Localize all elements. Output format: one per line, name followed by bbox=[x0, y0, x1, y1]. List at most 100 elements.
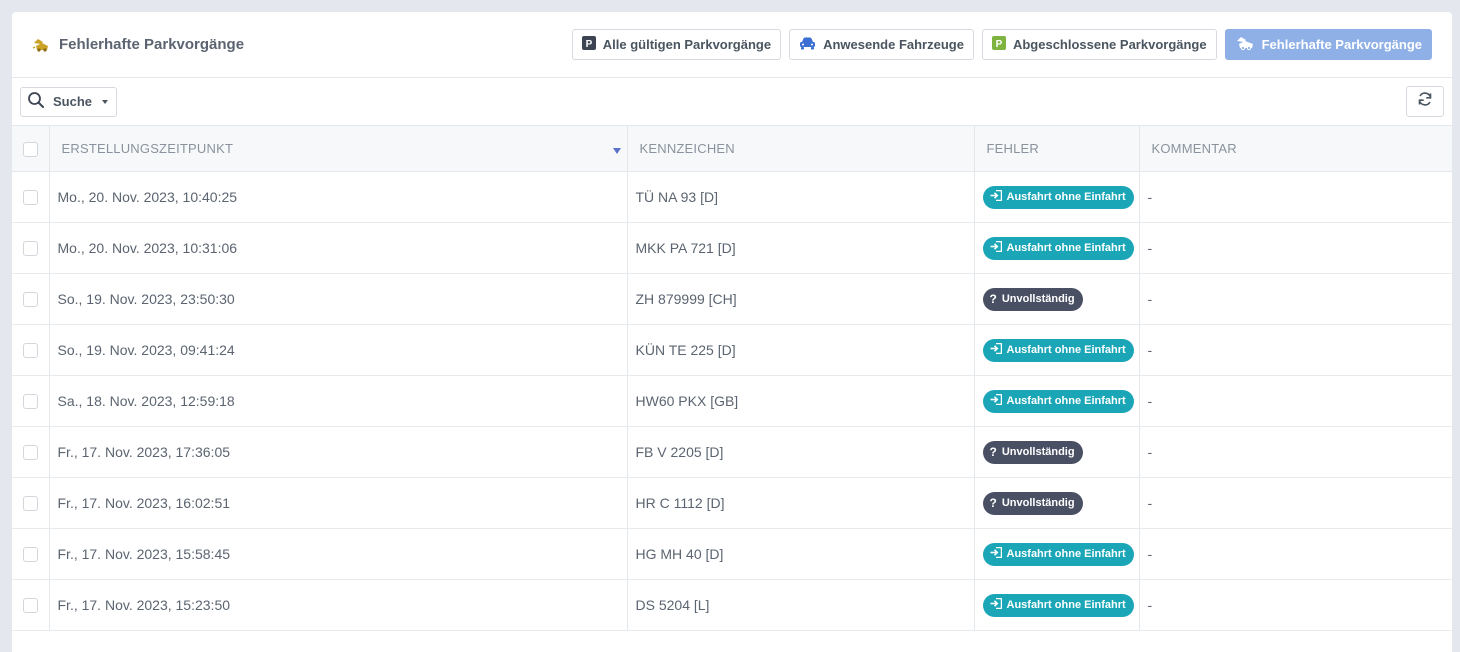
table-row[interactable]: So., 19. Nov. 2023, 09:41:24 KÜN TE 225 [… bbox=[12, 324, 1452, 376]
row-checkbox[interactable] bbox=[22, 496, 38, 512]
table-row[interactable]: Sa., 18. Nov. 2023, 12:59:18 HW60 PKX [GB… bbox=[12, 375, 1452, 427]
row-checkbox[interactable] bbox=[22, 394, 38, 410]
search-dropdown-button[interactable]: Suche bbox=[20, 86, 118, 117]
cell-created: Fr., 17. Nov. 2023, 17:36:05 bbox=[49, 426, 628, 478]
row-checkbox[interactable] bbox=[22, 445, 38, 461]
row-select-cell bbox=[12, 171, 50, 223]
faulty-parking-table: ERSTELLUNGSZEITPUNKT KENNZEICHEN FEHLER … bbox=[12, 125, 1452, 631]
cell-comment: - bbox=[1139, 222, 1452, 274]
error-badge-label: Ausfahrt ohne Einfahrt bbox=[1006, 548, 1126, 560]
cell-created: So., 19. Nov. 2023, 23:50:30 bbox=[49, 273, 628, 325]
cell-created: Mo., 20. Nov. 2023, 10:31:06 bbox=[49, 222, 628, 274]
toolbar: Suche bbox=[12, 78, 1452, 125]
chevron-down-icon bbox=[102, 99, 109, 104]
nav-present-vehicles-button[interactable]: Anwesende Fahrzeuge bbox=[789, 29, 974, 60]
nav-all-valid-label: Alle gültigen Parkvorgänge bbox=[602, 37, 772, 52]
refresh-button[interactable] bbox=[1406, 86, 1444, 117]
svg-text:P: P bbox=[585, 39, 592, 50]
sign-in-icon bbox=[990, 342, 1002, 357]
question-icon: ? bbox=[989, 445, 997, 459]
sign-in-icon bbox=[990, 546, 1002, 561]
cell-plate: HW60 PKX [GB] bbox=[627, 375, 975, 427]
column-header-comment-label: KOMMENTAR bbox=[1151, 141, 1237, 156]
row-select-cell bbox=[12, 528, 50, 580]
cell-plate: FB V 2205 [D] bbox=[627, 426, 975, 478]
sign-in-icon bbox=[990, 189, 1002, 204]
column-header-created[interactable]: ERSTELLUNGSZEITPUNKT bbox=[49, 125, 628, 172]
error-badge-label: Ausfahrt ohne Einfahrt bbox=[1006, 599, 1126, 611]
car-icon bbox=[799, 37, 816, 53]
error-badge-label: Unvollständig bbox=[1001, 446, 1075, 458]
cell-created: Fr., 17. Nov. 2023, 15:58:45 bbox=[49, 528, 628, 580]
nav-faulty-button[interactable]: Fehlerhafte Parkvorgänge bbox=[1224, 29, 1432, 60]
table-row[interactable]: Mo., 20. Nov. 2023, 10:40:25 TÜ NA 93 [D]… bbox=[12, 171, 1452, 223]
cell-comment: - bbox=[1139, 375, 1452, 427]
sign-in-icon bbox=[990, 240, 1002, 255]
cell-error: Ausfahrt ohne Einfahrt bbox=[974, 528, 1140, 580]
cell-plate: KÜN TE 225 [D] bbox=[627, 324, 975, 376]
row-checkbox[interactable] bbox=[22, 241, 38, 257]
error-badge: ? Unvollständig bbox=[982, 440, 1083, 464]
question-icon: ? bbox=[989, 292, 997, 306]
cell-comment: - bbox=[1139, 171, 1452, 223]
svg-text:P: P bbox=[996, 39, 1003, 50]
nav-buttons: P Alle gültigen Parkvorgänge Anwesende F… bbox=[571, 29, 1432, 60]
table-row[interactable]: Fr., 17. Nov. 2023, 15:23:50 DS 5204 [L] A… bbox=[12, 579, 1452, 631]
row-select-cell bbox=[12, 375, 50, 427]
cell-error: Ausfahrt ohne Einfahrt bbox=[974, 222, 1140, 274]
error-badge-label: Unvollständig bbox=[1001, 497, 1075, 509]
table-row[interactable]: So., 19. Nov. 2023, 23:50:30 ZH 879999 [C… bbox=[12, 273, 1452, 325]
search-label: Suche bbox=[53, 94, 93, 109]
column-header-error-label: FEHLER bbox=[986, 141, 1039, 156]
sign-in-icon bbox=[990, 393, 1002, 408]
row-select-cell bbox=[12, 579, 50, 631]
row-select-cell bbox=[12, 426, 50, 478]
column-header-plate-label: KENNZEICHEN bbox=[639, 141, 735, 156]
error-badge: Ausfahrt ohne Einfahrt bbox=[982, 185, 1134, 209]
table-row[interactable]: Fr., 17. Nov. 2023, 16:02:51 HR C 1112 [D… bbox=[12, 477, 1452, 529]
row-checkbox[interactable] bbox=[22, 598, 38, 614]
row-select-cell bbox=[12, 273, 50, 325]
error-badge: ? Unvollständig bbox=[982, 491, 1083, 515]
cell-created: Sa., 18. Nov. 2023, 12:59:18 bbox=[49, 375, 628, 427]
page-title: Fehlerhafte Parkvorgänge bbox=[32, 36, 572, 53]
row-select-cell bbox=[12, 324, 50, 376]
broken-car-icon bbox=[32, 37, 50, 53]
cell-error: Ausfahrt ohne Einfahrt bbox=[974, 375, 1140, 427]
column-header-plate[interactable]: KENNZEICHEN bbox=[627, 125, 975, 172]
error-badge-label: Ausfahrt ohne Einfahrt bbox=[1006, 191, 1126, 203]
sign-in-icon bbox=[990, 597, 1002, 612]
row-checkbox[interactable] bbox=[22, 343, 38, 359]
row-checkbox[interactable] bbox=[22, 547, 38, 563]
column-header-error[interactable]: FEHLER bbox=[974, 125, 1140, 172]
cell-created: Fr., 17. Nov. 2023, 15:23:50 bbox=[49, 579, 628, 631]
error-badge-label: Unvollständig bbox=[1001, 293, 1075, 305]
table-row[interactable]: Fr., 17. Nov. 2023, 17:36:05 FB V 2205 [D… bbox=[12, 426, 1452, 478]
column-header-created-label: ERSTELLUNGSZEITPUNKT bbox=[61, 141, 234, 156]
error-badge: ? Unvollständig bbox=[982, 287, 1083, 311]
row-checkbox[interactable] bbox=[22, 292, 38, 308]
cell-plate: TÜ NA 93 [D] bbox=[627, 171, 975, 223]
column-header-comment[interactable]: KOMMENTAR bbox=[1139, 125, 1452, 172]
page-header: Fehlerhafte Parkvorgänge P Alle gültigen… bbox=[12, 12, 1452, 78]
nav-completed-button[interactable]: P Abgeschlossene Parkvorgänge bbox=[981, 29, 1217, 60]
table-row[interactable]: Fr., 17. Nov. 2023, 15:58:45 HG MH 40 [D]… bbox=[12, 528, 1452, 580]
row-checkbox[interactable] bbox=[22, 190, 38, 206]
cell-comment: - bbox=[1139, 426, 1452, 478]
cell-comment: - bbox=[1139, 528, 1452, 580]
select-all-checkbox[interactable] bbox=[22, 141, 38, 157]
error-badge-label: Ausfahrt ohne Einfahrt bbox=[1006, 344, 1126, 356]
nav-all-valid-button[interactable]: P Alle gültigen Parkvorgänge bbox=[571, 29, 782, 60]
cell-error: ? Unvollständig bbox=[974, 273, 1140, 325]
error-badge-label: Ausfahrt ohne Einfahrt bbox=[1006, 395, 1126, 407]
row-select-cell bbox=[12, 222, 50, 274]
parking-completed-icon: P bbox=[991, 36, 1006, 53]
error-badge: Ausfahrt ohne Einfahrt bbox=[982, 593, 1134, 617]
select-all-cell bbox=[12, 125, 50, 172]
parking-icon: P bbox=[581, 36, 596, 53]
search-icon bbox=[27, 91, 45, 112]
table-row[interactable]: Mo., 20. Nov. 2023, 10:31:06 MKK PA 721 [… bbox=[12, 222, 1452, 274]
error-badge: Ausfahrt ohne Einfahrt bbox=[982, 338, 1134, 362]
nav-present-vehicles-label: Anwesende Fahrzeuge bbox=[823, 37, 964, 52]
cell-comment: - bbox=[1139, 579, 1452, 631]
